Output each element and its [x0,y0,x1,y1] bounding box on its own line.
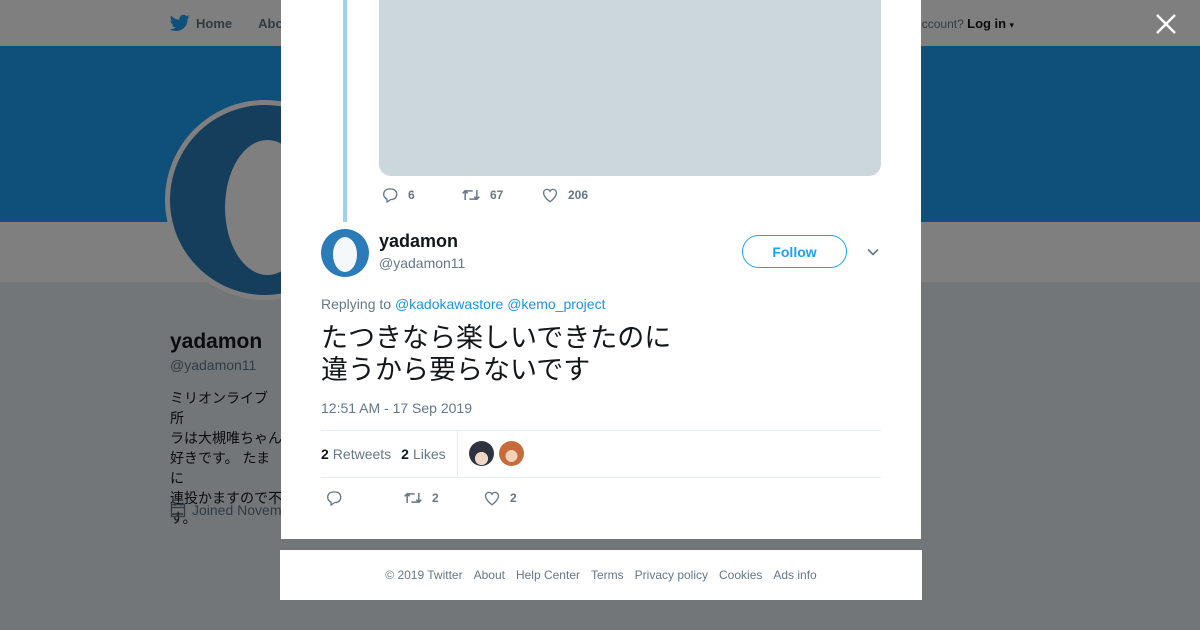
thread-line [343,0,347,222]
mention-link[interactable]: @kadokawastore [395,296,503,312]
reply-icon [327,491,342,506]
footer-link-about[interactable]: About [474,568,505,582]
stats-separator [457,431,458,477]
retweets-stat[interactable]: 2 Retweets [321,446,391,462]
chevron-down-icon[interactable] [865,244,881,260]
close-icon[interactable] [1154,12,1178,36]
footer-link-terms[interactable]: Terms [591,568,624,582]
previous-reply-count: 6 [408,188,415,202]
reply-icon [383,188,398,203]
heart-icon [484,491,500,506]
reply-button[interactable] [325,489,403,507]
previous-tweet-actions: 6 67 206 [381,186,588,204]
like-button[interactable]: 2 [483,489,517,507]
previous-tweet-media[interactable] [379,0,881,176]
footer-link-cookies[interactable]: Cookies [719,568,762,582]
likes-stat[interactable]: 2 Likes [401,446,445,462]
tweet-stats: 2 Retweets 2 Likes [321,431,456,477]
author-name[interactable]: yadamon [379,231,458,252]
liker-avatars [469,441,524,466]
retweet-icon [462,189,480,201]
tweet-actions: 2 2 [325,489,517,507]
author-handle[interactable]: @yadamon11 [379,255,465,271]
footer-link-privacy[interactable]: Privacy policy [635,568,708,582]
divider [321,477,881,478]
liker-avatar[interactable] [499,441,524,466]
previous-retweet-count: 67 [490,188,504,202]
retweet-icon [404,492,422,504]
previous-reply-button[interactable]: 6 [381,186,461,204]
retweets-stat-label: Retweets [332,446,392,462]
replying-to: Replying to @kadokawastore @kemo_project [321,296,605,312]
like-count: 2 [510,491,517,505]
footer-link-ads-info[interactable]: Ads info [773,568,816,582]
retweet-count: 2 [432,491,439,505]
likes-stat-label: Likes [412,446,446,462]
egg-shape [333,237,357,272]
heart-icon [542,188,558,203]
tweet-text: たつきなら楽しいできたのに 違うから要らないです [321,323,672,385]
liker-avatar[interactable] [469,441,494,466]
previous-like-button[interactable]: 206 [541,186,588,204]
previous-like-count: 206 [568,188,589,202]
follow-button[interactable]: Follow [742,235,847,268]
footer: © 2019 Twitter About Help Center Terms P… [280,550,922,600]
previous-retweet-button[interactable]: 67 [461,186,541,204]
replying-prefix: Replying to [321,296,392,312]
footer-copyright: © 2019 Twitter [385,568,463,582]
retweet-button[interactable]: 2 [403,489,483,507]
tweet-timestamp[interactable]: 12:51 AM - 17 Sep 2019 [321,400,472,416]
mention-link[interactable]: @kemo_project [507,296,605,312]
tweet-modal: 6 67 206 yadamon @yadamon11 Follow Reply… [281,0,921,539]
likes-stat-count: 2 [401,446,409,462]
footer-link-help-center[interactable]: Help Center [516,568,580,582]
retweets-stat-count: 2 [321,446,329,462]
author-avatar[interactable] [321,229,369,277]
